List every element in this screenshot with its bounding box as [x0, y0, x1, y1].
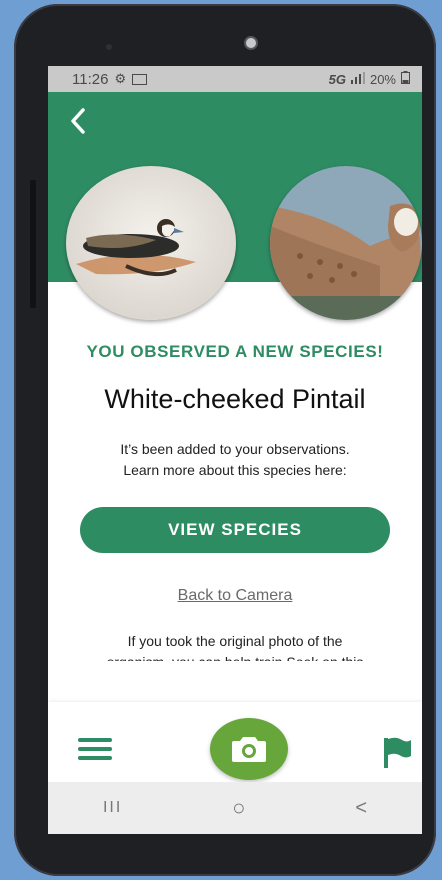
front-sensor	[106, 44, 112, 50]
observed-photo	[66, 166, 236, 320]
status-time: 11:26	[72, 70, 109, 88]
view-species-button[interactable]: VIEW SPECIES	[80, 507, 390, 553]
battery-icon	[401, 71, 410, 87]
species-name: White-cheeked Pintail	[104, 384, 366, 414]
back-to-camera-link[interactable]: Back to Camera	[68, 587, 402, 605]
notification-icon: ⚙	[114, 71, 127, 86]
back-button[interactable]: <	[355, 797, 367, 820]
network-label: 5G	[328, 71, 346, 87]
train-seek-info: If you took the original photo of the or…	[68, 631, 402, 661]
new-species-headline: YOU OBSERVED A NEW SPECIES!	[86, 342, 384, 361]
chevron-left-icon[interactable]	[70, 108, 86, 140]
info-line-1: If you took the original photo of the	[127, 633, 343, 649]
description-line-2: Learn more about this species here:	[123, 462, 347, 478]
bottom-nav	[48, 702, 422, 782]
phone-frame: 11:26 ⚙ 5G 20% YOU OBSERVED A NEW SPECIE…	[14, 4, 436, 876]
status-bar: 11:26 ⚙ 5G 20%	[48, 66, 422, 92]
observation-description: It’s been added to your observations. Le…	[68, 439, 402, 481]
camera-icon	[232, 737, 266, 762]
flag-icon[interactable]	[382, 736, 412, 768]
battery-percent: 20%	[369, 71, 396, 87]
camera-button[interactable]	[210, 718, 288, 780]
screen-icon	[132, 73, 148, 85]
system-nav-bar: III ○ <	[48, 782, 422, 834]
menu-icon[interactable]	[78, 738, 112, 760]
species-header	[48, 92, 422, 320]
recents-button[interactable]: III	[103, 799, 122, 817]
signal-icon	[350, 71, 365, 87]
reference-photo	[270, 166, 422, 320]
screen: 11:26 ⚙ 5G 20% YOU OBSERVED A NEW SPECIE…	[48, 66, 422, 834]
side-button	[30, 180, 36, 308]
info-line-2: organism, you can help train Seek on thi…	[68, 652, 402, 661]
front-camera	[244, 36, 258, 50]
observation-content: YOU OBSERVED A NEW SPECIES! White-cheeke…	[48, 340, 422, 661]
description-line-1: It’s been added to your observations.	[120, 441, 350, 457]
home-button[interactable]: ○	[232, 795, 245, 821]
